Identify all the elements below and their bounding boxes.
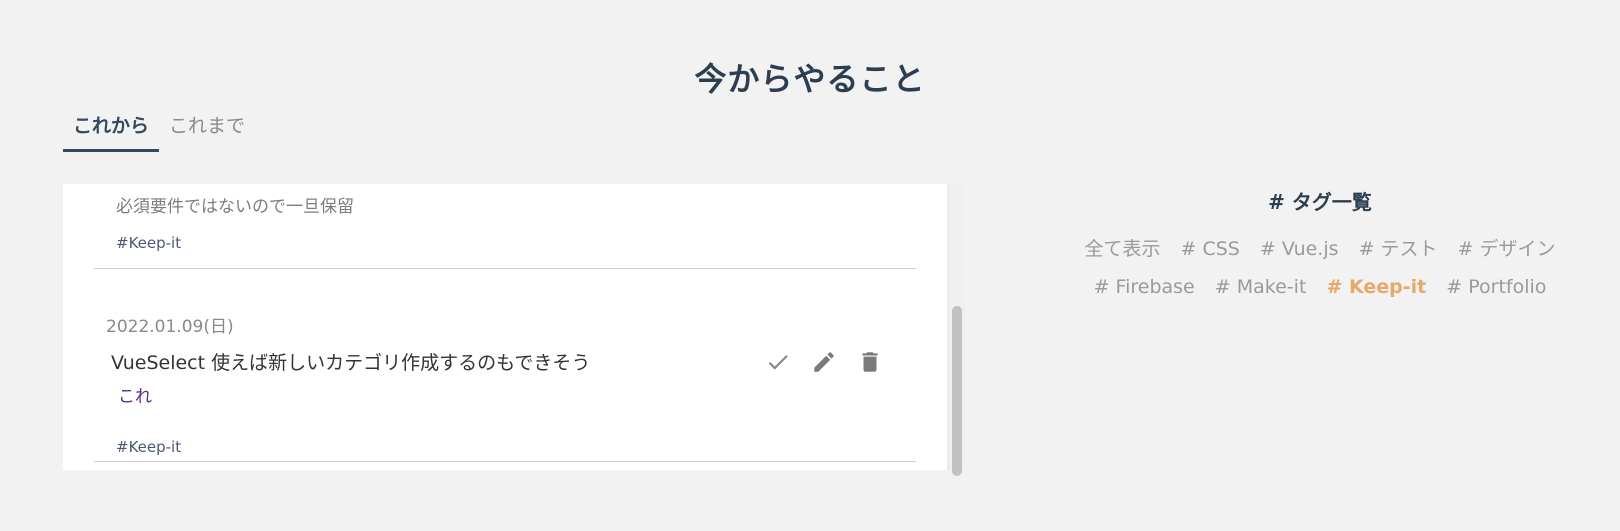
tab-upcoming[interactable]: これから	[63, 108, 160, 152]
tag-keep-it[interactable]: # Keep-it	[1326, 276, 1426, 298]
todo-tag[interactable]: #Keep-it	[116, 438, 181, 456]
todo-link[interactable]: これ	[118, 382, 152, 407]
pencil-icon	[814, 352, 834, 372]
tag-row: # Firebase # Make-it # Keep-it # Portfol…	[1000, 276, 1620, 298]
tag-make-it[interactable]: # Make-it	[1215, 276, 1307, 298]
tag-css[interactable]: # CSS	[1181, 238, 1240, 260]
page-title: 今からやること	[694, 60, 926, 98]
todo-list[interactable]: 必須要件ではないので一旦保留 #Keep-it 2022.01.09(日) Vu…	[63, 184, 947, 470]
list-item: 必須要件ではないので一旦保留 #Keep-it	[94, 184, 916, 269]
todo-actions	[764, 348, 884, 376]
tag-panel-heading: # タグ一覧	[1268, 190, 1372, 214]
tab-past[interactable]: これまで	[159, 108, 255, 152]
tag-show-all[interactable]: 全て表示	[1084, 234, 1160, 261]
trash-icon	[862, 352, 878, 372]
list-scrollbar[interactable]	[948, 184, 965, 476]
todo-date: 2022.01.09(日)	[106, 317, 234, 337]
todo-title: VueSelect 使えば新しいカテゴリ作成するのもできそう	[111, 352, 591, 374]
todo-tag[interactable]: #Keep-it	[116, 234, 181, 252]
tag-vuejs[interactable]: # Vue.js	[1260, 238, 1339, 260]
check-icon	[768, 355, 788, 370]
delete-button[interactable]	[856, 348, 884, 376]
todo-memo: 必須要件ではないので一旦保留	[116, 197, 354, 217]
tag-test[interactable]: # テスト	[1359, 234, 1438, 261]
list-item: 2022.01.09(日) VueSelect 使えば新しいカテゴリ作成するのも…	[94, 268, 916, 462]
edit-button[interactable]	[810, 348, 838, 376]
tag-firebase[interactable]: # Firebase	[1094, 276, 1195, 298]
tab-bar: これから これまで	[63, 108, 255, 154]
scrollbar-thumb[interactable]	[952, 306, 962, 476]
tag-design[interactable]: # デザイン	[1458, 234, 1556, 261]
complete-button[interactable]	[764, 348, 792, 376]
tag-row: 全て表示 # CSS # Vue.js # テスト # デザイン	[1000, 234, 1620, 261]
tag-portfolio[interactable]: # Portfolio	[1446, 276, 1546, 298]
